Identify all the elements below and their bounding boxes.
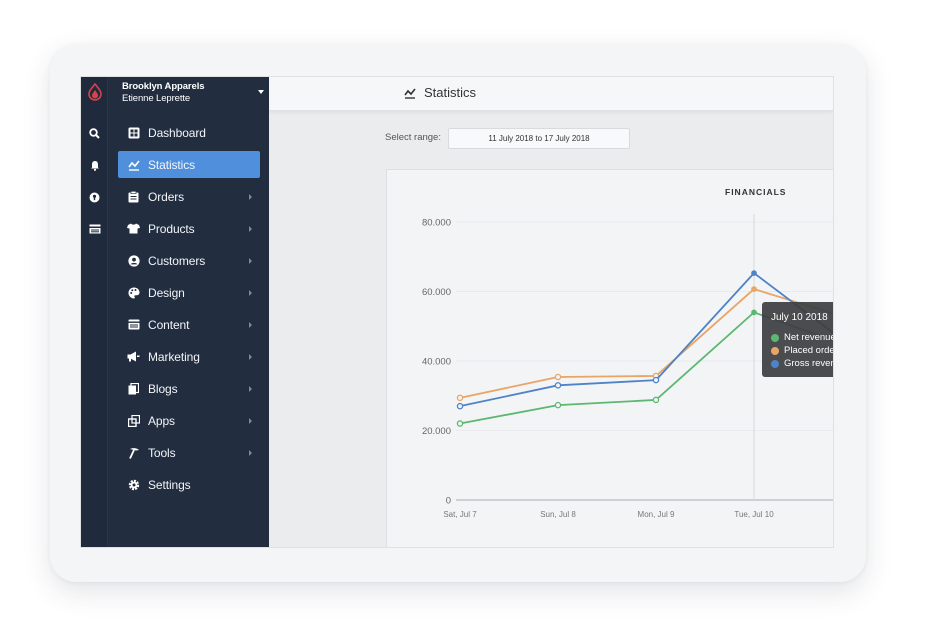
chart-line-icon	[127, 158, 140, 171]
x-tick-label: Mon, Jul 9	[638, 510, 675, 519]
sidebar-item-content[interactable]: Content	[118, 311, 260, 338]
chevron-right-icon	[249, 194, 252, 200]
store-name: Brooklyn Apparels	[122, 81, 205, 92]
store-switcher[interactable]: Brooklyn Apparels Etienne Leprette	[122, 81, 264, 111]
sidebar-item-label: Blogs	[148, 381, 178, 396]
financials-chart: FINANCIALS 0 20.000 40.000 60.000 80.000 Sat,…	[386, 169, 833, 547]
tooltip-title: July 10 2018	[771, 312, 828, 323]
tooltip-label: Gross revenue	[784, 358, 833, 369]
sidebar-item-label: Settings	[148, 477, 191, 492]
clipboard-icon	[127, 190, 140, 203]
data-point	[554, 373, 562, 381]
sidebar-item-dashboard[interactable]: Dashboard	[118, 119, 260, 146]
page-title: Statistics	[404, 85, 476, 100]
data-point	[751, 286, 757, 292]
data-point	[652, 396, 660, 404]
apps-icon	[127, 414, 140, 427]
y-tick-label: 40.000	[422, 357, 451, 368]
sidebar-item-orders[interactable]: Orders	[118, 183, 260, 210]
sidebar-item-label: Dashboard	[148, 125, 206, 140]
chart-line-icon	[404, 88, 416, 99]
hammer-icon	[127, 446, 140, 459]
sidebar-item-marketing[interactable]: Marketing	[118, 343, 260, 370]
sidebar-item-blogs[interactable]: Blogs	[118, 375, 260, 402]
sidebar: Brooklyn Apparels Etienne Leprette Dashb…	[108, 77, 269, 547]
y-tick-label: 60.000	[422, 287, 451, 298]
tooltip-row-placed: Placed orders	[771, 345, 833, 356]
help-icon[interactable]	[81, 188, 108, 206]
sidebar-item-label: Apps	[148, 413, 175, 428]
sidebar-item-statistics[interactable]: Statistics	[118, 151, 260, 178]
date-range-input[interactable]: 11 July 2018 to 17 July 2018	[448, 128, 630, 149]
sidebar-item-customers[interactable]: Customers	[118, 247, 260, 274]
chevron-right-icon	[249, 258, 252, 264]
sidebar-item-label: Content	[148, 317, 190, 332]
chevron-right-icon	[249, 322, 252, 328]
chevron-right-icon	[249, 226, 252, 232]
page-header: Statistics	[269, 77, 833, 111]
user-name: Etienne Leprette	[122, 93, 191, 104]
card-icon[interactable]	[81, 220, 108, 238]
data-point	[456, 420, 464, 427]
sidebar-item-label: Orders	[148, 189, 185, 204]
sidebar-item-label: Products	[148, 221, 195, 236]
palette-icon	[127, 286, 140, 299]
legend-dot-gross	[771, 359, 779, 368]
legend-dot-placed	[771, 346, 779, 355]
sidebar-item-products[interactable]: Products	[118, 215, 260, 242]
sidebar-item-label: Marketing	[148, 349, 200, 364]
data-point	[456, 402, 464, 410]
sidebar-item-label: Tools	[148, 445, 176, 460]
x-tick-label: Tue, Jul 10	[734, 510, 774, 519]
data-point	[751, 309, 757, 316]
data-point	[456, 394, 464, 402]
dashboard-icon	[127, 126, 140, 139]
y-tick-label: 80.000	[422, 218, 451, 229]
user-circle-icon	[127, 254, 140, 267]
sidebar-item-settings[interactable]: Settings	[118, 471, 260, 498]
chevron-right-icon	[249, 418, 252, 424]
tshirt-icon	[127, 222, 140, 235]
sidebar-item-tools[interactable]: Tools	[118, 439, 260, 466]
chevron-right-icon	[249, 290, 252, 296]
tooltip-row-net: Net revenue	[771, 332, 833, 343]
sidebar-item-label: Design	[148, 285, 185, 300]
tooltip-label: Net revenue	[784, 332, 833, 343]
x-tick-label: Sun, Jul 8	[540, 510, 576, 519]
legend-dot-net	[771, 333, 779, 342]
icon-rail	[81, 77, 108, 547]
sidebar-item-label: Customers	[148, 253, 206, 268]
gear-icon	[127, 478, 140, 491]
chart-tooltip: July 10 2018 Net revenue Placed orders G…	[762, 302, 833, 377]
data-point	[554, 382, 562, 389]
tooltip-label: Placed orders	[784, 345, 833, 356]
sidebar-item-design[interactable]: Design	[118, 279, 260, 306]
chevron-right-icon	[249, 386, 252, 392]
copy-icon	[127, 382, 140, 395]
y-tick-label: 20.000	[422, 426, 451, 437]
caret-down-icon[interactable]	[258, 90, 264, 94]
y-tick-label: 0	[446, 496, 451, 507]
chevron-right-icon	[249, 354, 252, 360]
sidebar-item-label: Statistics	[148, 157, 196, 172]
content-icon	[127, 318, 140, 331]
data-point	[652, 376, 660, 384]
chevron-right-icon	[249, 450, 252, 456]
x-tick-label: Sat, Jul 7	[443, 510, 477, 519]
search-icon[interactable]	[81, 124, 108, 142]
data-point	[554, 401, 562, 409]
tooltip-row-gross: Gross revenue	[771, 358, 833, 369]
app-window: Brooklyn Apparels Etienne Leprette Dashb…	[81, 77, 833, 547]
logo-icon[interactable]	[81, 83, 108, 101]
bell-icon[interactable]	[81, 156, 108, 174]
data-point	[751, 270, 757, 276]
sidebar-item-apps[interactable]: Apps	[118, 407, 260, 434]
range-label: Select range:	[385, 132, 441, 143]
page-title-text: Statistics	[424, 85, 477, 100]
megaphone-icon	[127, 350, 140, 363]
